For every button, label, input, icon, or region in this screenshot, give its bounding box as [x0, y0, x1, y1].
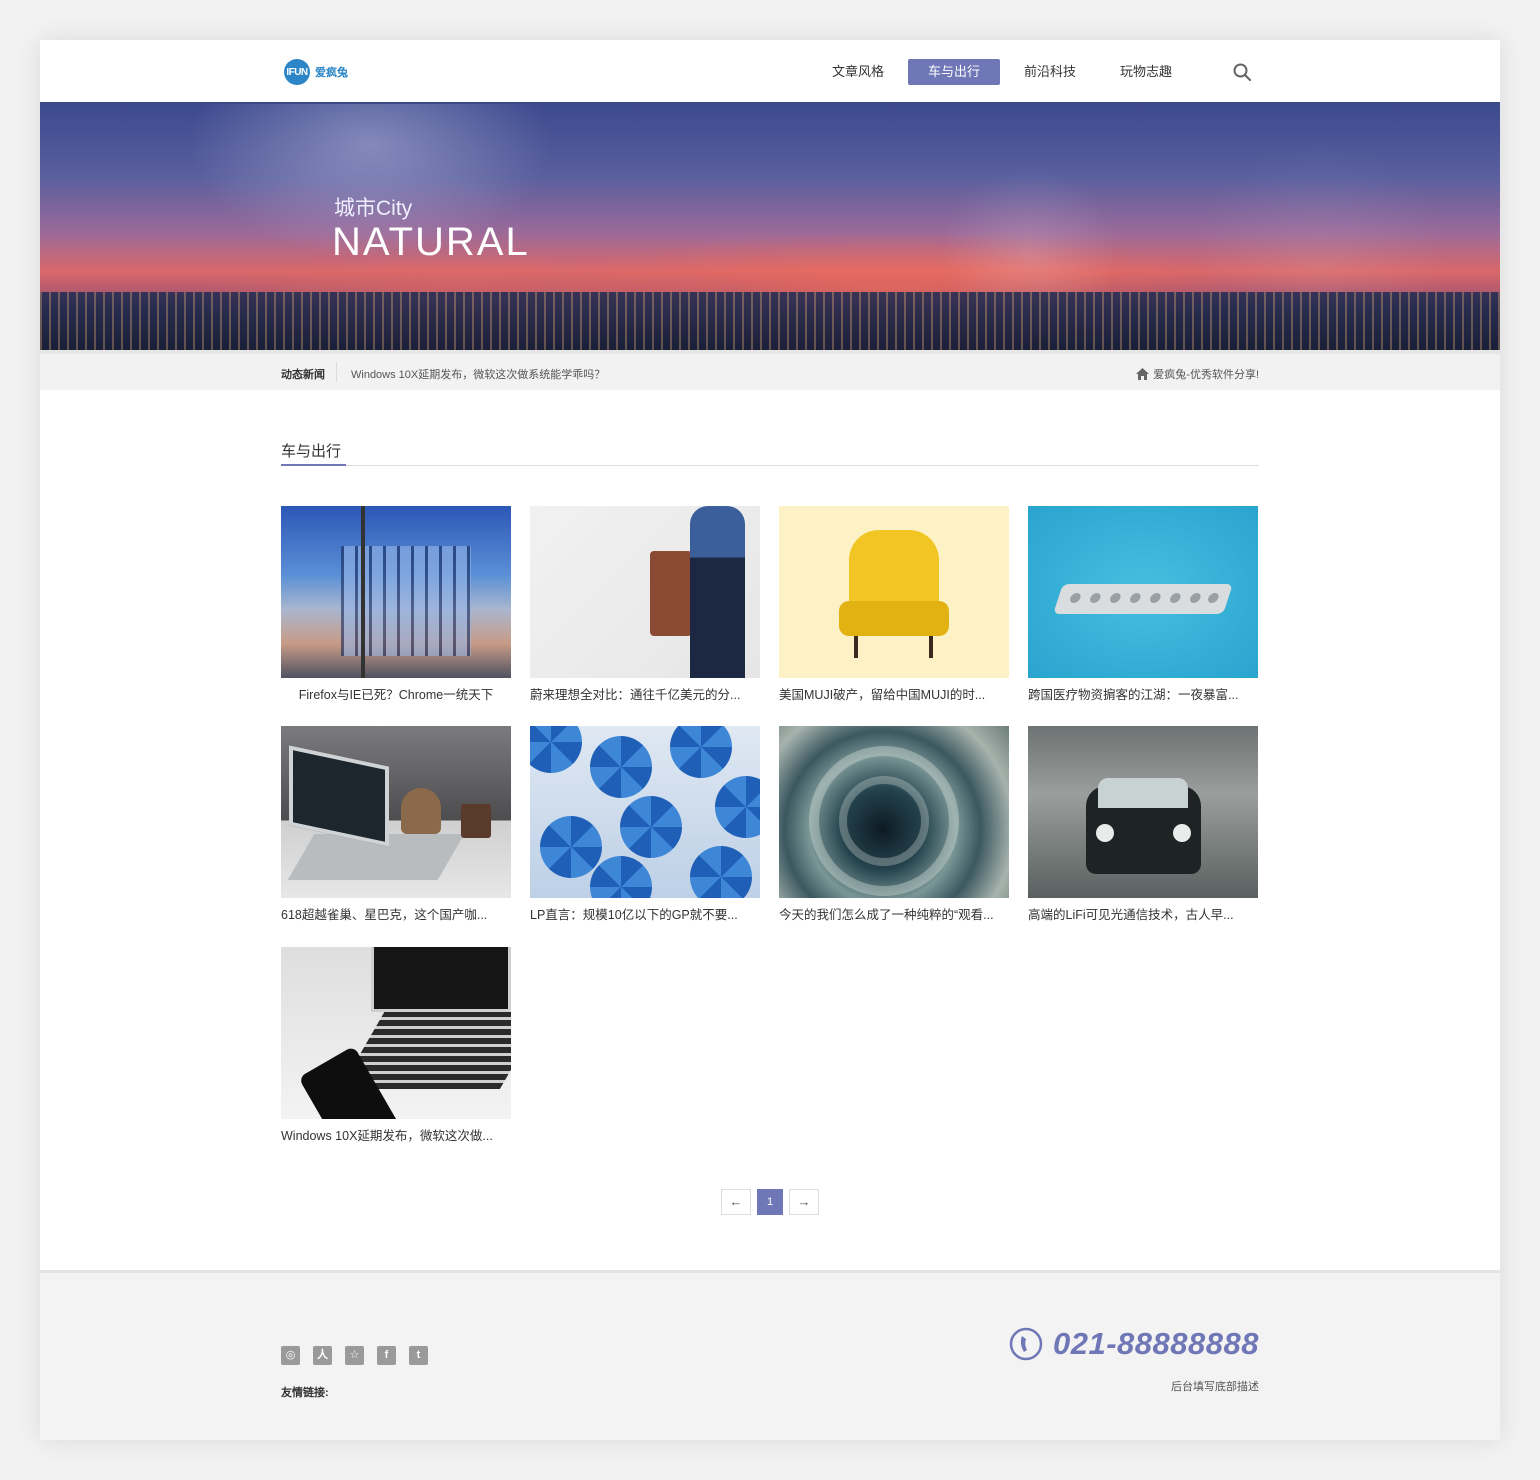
article-title[interactable]: 今天的我们怎么成了一种纯粹的“观看...	[779, 904, 1009, 923]
article-thumbnail[interactable]	[1028, 506, 1258, 678]
ticker-label: 动态新闻	[281, 369, 325, 381]
footer-description: 后台填写底部描述	[1171, 1381, 1259, 1393]
thumb-staircase-shape	[839, 776, 929, 866]
nav-item-tech[interactable]: 前沿科技	[1004, 59, 1096, 85]
article-card[interactable]: 跨国医疗物资掮客的江湖：一夜暴富...	[1028, 506, 1258, 703]
star-icon[interactable]: ☆	[345, 1346, 364, 1365]
thumb-umbrella-shape	[540, 816, 602, 878]
article-title[interactable]: 蔚来理想全对比：通往千亿美元的分...	[530, 684, 760, 703]
page-number-current[interactable]: 1	[757, 1189, 783, 1215]
banner-subtitle: 城市City	[334, 197, 413, 220]
twitter-icon[interactable]: t	[409, 1346, 428, 1365]
article-card[interactable]: 618超越雀巢、星巴克，这个国产咖...	[281, 726, 511, 923]
thumb-headlight-shape	[1173, 824, 1191, 842]
thumb-briefcase-shape	[650, 551, 692, 636]
slogan-text: 爱疯兔-优秀软件分享!	[1153, 369, 1259, 381]
article-title[interactable]: LP直言：规模10亿以下的GP就不要...	[530, 904, 760, 923]
article-thumbnail[interactable]	[530, 726, 760, 898]
thumb-umbrella-shape	[590, 736, 652, 798]
ticker-divider	[336, 362, 337, 382]
thumb-mug-shape	[461, 804, 491, 838]
article-thumbnail[interactable]	[1028, 726, 1258, 898]
nav-item-hobby[interactable]: 玩物志趣	[1100, 59, 1192, 85]
article-thumbnail[interactable]	[281, 506, 511, 678]
article-title[interactable]: Windows 10X延期发布，微软这次做...	[281, 1125, 511, 1144]
article-thumbnail[interactable]	[779, 506, 1009, 678]
thumb-chair-leg-shape	[929, 636, 933, 658]
thumb-pole-shape	[361, 506, 365, 678]
page: IFUN 爱疯兔 文章风格 车与出行 前沿科技 玩物志趣 城市City NATU…	[40, 40, 1500, 1440]
search-icon[interactable]	[1232, 62, 1252, 82]
social-links: ◎ 人 ☆ f t	[281, 1346, 428, 1365]
thumb-kettle-shape	[401, 788, 441, 834]
site-slogan: 爱疯兔-优秀软件分享!	[1136, 366, 1259, 382]
thumb-umbrella-shape	[690, 846, 752, 898]
thumb-umbrella-shape	[670, 726, 732, 778]
logo-text: 爱疯兔	[315, 67, 348, 79]
weibo-icon[interactable]: ◎	[281, 1346, 300, 1365]
phone-icon	[1009, 1327, 1043, 1361]
thumb-headlight-shape	[1096, 824, 1114, 842]
article-title[interactable]: 618超越雀巢、星巴克，这个国产咖...	[281, 904, 511, 923]
section-divider	[281, 465, 1259, 466]
next-page-button[interactable]: →	[789, 1189, 819, 1215]
pagination: ← 1 →	[721, 1189, 819, 1215]
thumb-umbrella-shape	[715, 776, 760, 838]
hero-banner: 城市City NATURAL	[40, 104, 1500, 350]
site-logo[interactable]: IFUN 爱疯兔	[284, 58, 348, 86]
article-thumbnail[interactable]	[281, 947, 511, 1119]
logo-mark: IFUN	[284, 59, 310, 85]
site-footer: ◎ 人 ☆ f t 友情链接: 021-88888888 后台填写底部描述	[40, 1270, 1500, 1440]
article-card[interactable]: 蔚来理想全对比：通往千亿美元的分...	[530, 506, 760, 703]
phone-number: 021-88888888	[1053, 1326, 1259, 1361]
ticker-news-link[interactable]: Windows 10X延期发布，微软这次做系统能学乖吗？	[351, 366, 605, 382]
article-title[interactable]: Firefox与IE已死？Chrome一统天下	[281, 684, 511, 703]
thumb-chair-seat-shape	[839, 601, 949, 636]
renren-icon[interactable]: 人	[313, 1346, 332, 1365]
article-thumbnail[interactable]	[281, 726, 511, 898]
friend-links-label: 友情链接:	[281, 1387, 329, 1399]
nav-item-car-travel[interactable]: 车与出行	[908, 59, 1000, 85]
nav-item-style[interactable]: 文章风格	[812, 59, 904, 85]
section-title-underline	[281, 464, 346, 466]
banner-title: NATURAL	[332, 220, 530, 264]
main-nav: 文章风格 车与出行 前沿科技 玩物志趣	[812, 59, 1196, 85]
article-title[interactable]: 高端的LiFi可见光通信技术，古人早...	[1028, 904, 1258, 923]
thumb-umbrella-shape	[620, 796, 682, 858]
facebook-icon[interactable]: f	[377, 1346, 396, 1365]
thumb-pill-pack-shape	[1053, 584, 1233, 614]
article-card[interactable]: LP直言：规模10亿以下的GP就不要...	[530, 726, 760, 923]
site-header: IFUN 爱疯兔 文章风格 车与出行 前沿科技 玩物志趣	[40, 40, 1500, 104]
thumb-person-shape	[690, 506, 745, 678]
contact-phone: 021-88888888	[1009, 1326, 1259, 1362]
article-card[interactable]: 今天的我们怎么成了一种纯粹的“观看...	[779, 726, 1009, 923]
article-card[interactable]: 美国MUJI破产，留给中国MUJI的时...	[779, 506, 1009, 703]
thumb-laptop-shape	[289, 745, 389, 847]
section-title: 车与出行	[281, 443, 342, 460]
prev-page-button[interactable]: ←	[721, 1189, 751, 1215]
article-thumbnail[interactable]	[779, 726, 1009, 898]
article-thumbnail[interactable]	[530, 506, 760, 678]
thumb-umbrella-shape	[530, 726, 582, 773]
thumb-umbrella-shape	[590, 856, 652, 898]
article-card[interactable]: Windows 10X延期发布，微软这次做...	[281, 947, 511, 1144]
article-card[interactable]: Firefox与IE已死？Chrome一统天下	[281, 506, 511, 703]
thumb-laptop-screen-shape	[371, 947, 511, 1012]
article-title[interactable]: 跨国医疗物资掮客的江湖：一夜暴富...	[1028, 684, 1258, 703]
article-title[interactable]: 美国MUJI破产，留给中国MUJI的时...	[779, 684, 1009, 703]
home-icon	[1136, 368, 1150, 380]
banner-cityscape	[40, 292, 1500, 350]
article-card[interactable]: 高端的LiFi可见光通信技术，古人早...	[1028, 726, 1258, 923]
thumb-chair-leg-shape	[854, 636, 858, 658]
thumb-car-window-shape	[1098, 778, 1188, 808]
news-ticker: 动态新闻 Windows 10X延期发布，微软这次做系统能学乖吗？ 爱疯兔-优秀…	[40, 350, 1500, 390]
